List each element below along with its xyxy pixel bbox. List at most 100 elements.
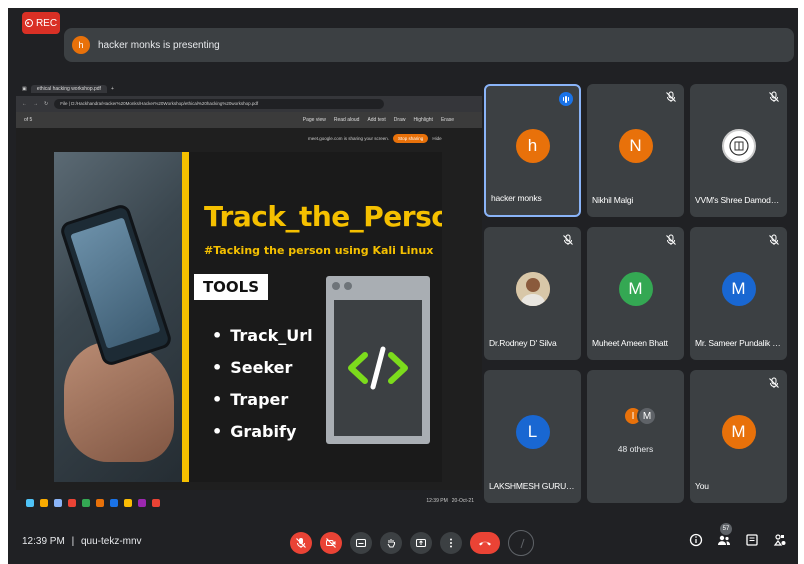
- shared-screen: ▣ ethical hacking workshop.pdf + ← → ↻ F…: [16, 82, 482, 516]
- pdf-tool: Draw: [393, 117, 406, 123]
- slide-divider: [182, 152, 189, 482]
- raise-hand-button[interactable]: [380, 532, 402, 554]
- mic-off-icon: [767, 90, 781, 104]
- avatar: M: [721, 414, 756, 449]
- tool-item: Seeker: [212, 356, 313, 388]
- camera-off-icon: [326, 538, 336, 548]
- tray-date: 20-Oct-21: [451, 498, 474, 504]
- participant-tile[interactable]: N Nikhil Malgi: [587, 84, 684, 217]
- empty-control-slot: [508, 530, 534, 556]
- participant-name: hacker monks: [491, 193, 542, 203]
- present-button[interactable]: [410, 532, 432, 554]
- tool-list: Track_Url Seeker Traper Grabify: [212, 324, 313, 452]
- app-icon: [54, 499, 62, 507]
- page-indicator: of 5: [24, 117, 33, 123]
- participant-tile[interactable]: M Muheet Ameen Bhatt: [587, 227, 684, 360]
- people-icon: [718, 535, 730, 545]
- pdf-tool: Erase: [440, 117, 454, 123]
- participant-tile[interactable]: Dr.Rodney D' Silva: [484, 227, 581, 360]
- share-notice-bar: meet.google.com is sharing your screen. …: [308, 134, 442, 143]
- activities-icon: [773, 534, 786, 546]
- recording-label: REC: [35, 17, 58, 29]
- mic-toggle-button[interactable]: [290, 532, 312, 554]
- participant-tile[interactable]: L LAKSHMESH GURUDA...: [484, 370, 581, 503]
- avatar: M: [637, 406, 657, 426]
- separator: |: [71, 536, 75, 547]
- avatar: h: [515, 128, 550, 163]
- captions-icon: [356, 539, 366, 547]
- mic-off-icon: [664, 90, 678, 104]
- participant-name: Muheet Ameen Bhatt: [592, 338, 668, 348]
- participant-tile[interactable]: VVM's Shree Damodar ...: [690, 84, 787, 217]
- leave-call-button[interactable]: [470, 532, 500, 554]
- present-icon: [416, 539, 426, 547]
- app-icon: [82, 499, 90, 507]
- system-tray: 12:39 PM 20-Oct-21: [426, 498, 474, 504]
- clock-time: 12:39 PM: [22, 536, 65, 547]
- tray-time: 12:39 PM: [426, 498, 448, 504]
- app-icon: [152, 499, 160, 507]
- phone-photo: [54, 152, 182, 482]
- mic-off-icon: [664, 233, 678, 247]
- captions-button[interactable]: [350, 532, 372, 554]
- browser-address-bar: ← → ↻ File | D:/Hackhandra/Hacker%20Monk…: [16, 96, 482, 112]
- camera-toggle-button[interactable]: [320, 532, 342, 554]
- pdf-tool: Highlight: [413, 117, 433, 123]
- meeting-code: quu-tekz-mnv: [80, 536, 142, 547]
- new-tab-icon: +: [110, 86, 114, 92]
- avatar: [515, 271, 550, 306]
- participant-tile[interactable]: h hacker monks: [484, 84, 581, 217]
- avatar: L: [515, 414, 550, 449]
- app-icon: [96, 499, 104, 507]
- others-tile[interactable]: I M 48 others: [587, 370, 684, 503]
- mic-off-icon: [767, 233, 781, 247]
- people-button[interactable]: 57: [716, 523, 732, 548]
- participant-name: You: [695, 481, 709, 491]
- stop-sharing-button: Stop sharing: [393, 134, 429, 143]
- slide-title: Track_the_Person: [204, 200, 442, 233]
- avatar: M: [721, 271, 756, 306]
- participant-tile[interactable]: M Mr. Sameer Pundalik P...: [690, 227, 787, 360]
- tools-heading: TOOLS: [194, 274, 268, 300]
- address-text: File | D:/Hackhandra/Hacker%20Monks/Hack…: [54, 99, 385, 109]
- pdf-toolbar: of 5 Page view Read aloud Add text Draw …: [16, 112, 482, 128]
- presenting-text: hacker monks is presenting: [98, 39, 220, 51]
- hide-button: Hide: [432, 136, 442, 141]
- record-icon: [24, 19, 33, 27]
- reload-icon: ↻: [44, 101, 49, 107]
- code-window-graphic: [326, 276, 430, 444]
- meeting-info: 12:39 PM | quu-tekz-mnv: [22, 536, 142, 547]
- speaking-indicator-icon: [559, 92, 573, 106]
- browser-tab: ethical hacking workshop.pdf: [30, 85, 107, 93]
- meeting-details-button[interactable]: [688, 532, 704, 548]
- folder-icon: [40, 499, 48, 507]
- participant-name: Dr.Rodney D' Silva: [489, 338, 557, 348]
- slide: Track_the_Person #Tacking the person usi…: [54, 152, 442, 482]
- recording-badge: REC: [22, 12, 60, 34]
- os-taskbar: 12:39 PM 20-Oct-21: [16, 490, 482, 516]
- app-icon: [138, 499, 146, 507]
- pdf-tool: Page view: [302, 117, 326, 123]
- pdf-tool: Read aloud: [333, 117, 360, 123]
- college-logo-icon: [728, 135, 749, 156]
- leave-call-icon: [479, 541, 491, 546]
- participant-tile[interactable]: M You: [690, 370, 787, 503]
- slide-subtitle: #Tacking the person using Kali Linux: [204, 244, 434, 257]
- window-icon: ▣: [22, 86, 27, 92]
- check-icon: [520, 538, 525, 549]
- mic-off-icon: [767, 376, 781, 390]
- activities-button[interactable]: [772, 532, 788, 548]
- forward-icon: →: [33, 101, 38, 107]
- more-options-button[interactable]: [440, 532, 462, 554]
- pdf-tool: Add text: [367, 117, 386, 123]
- profile-photo: [515, 271, 550, 306]
- chat-button[interactable]: [744, 532, 760, 548]
- back-icon: ←: [22, 101, 27, 107]
- code-icon: [348, 346, 408, 390]
- presenting-banner[interactable]: h hacker monks is presenting: [64, 28, 794, 62]
- raise-hand-icon: [387, 539, 395, 548]
- presenter-avatar: h: [72, 36, 90, 54]
- avatar: N: [618, 128, 653, 163]
- others-avatars: IM: [623, 406, 659, 428]
- browser-tabbar: ▣ ethical hacking workshop.pdf +: [16, 82, 482, 96]
